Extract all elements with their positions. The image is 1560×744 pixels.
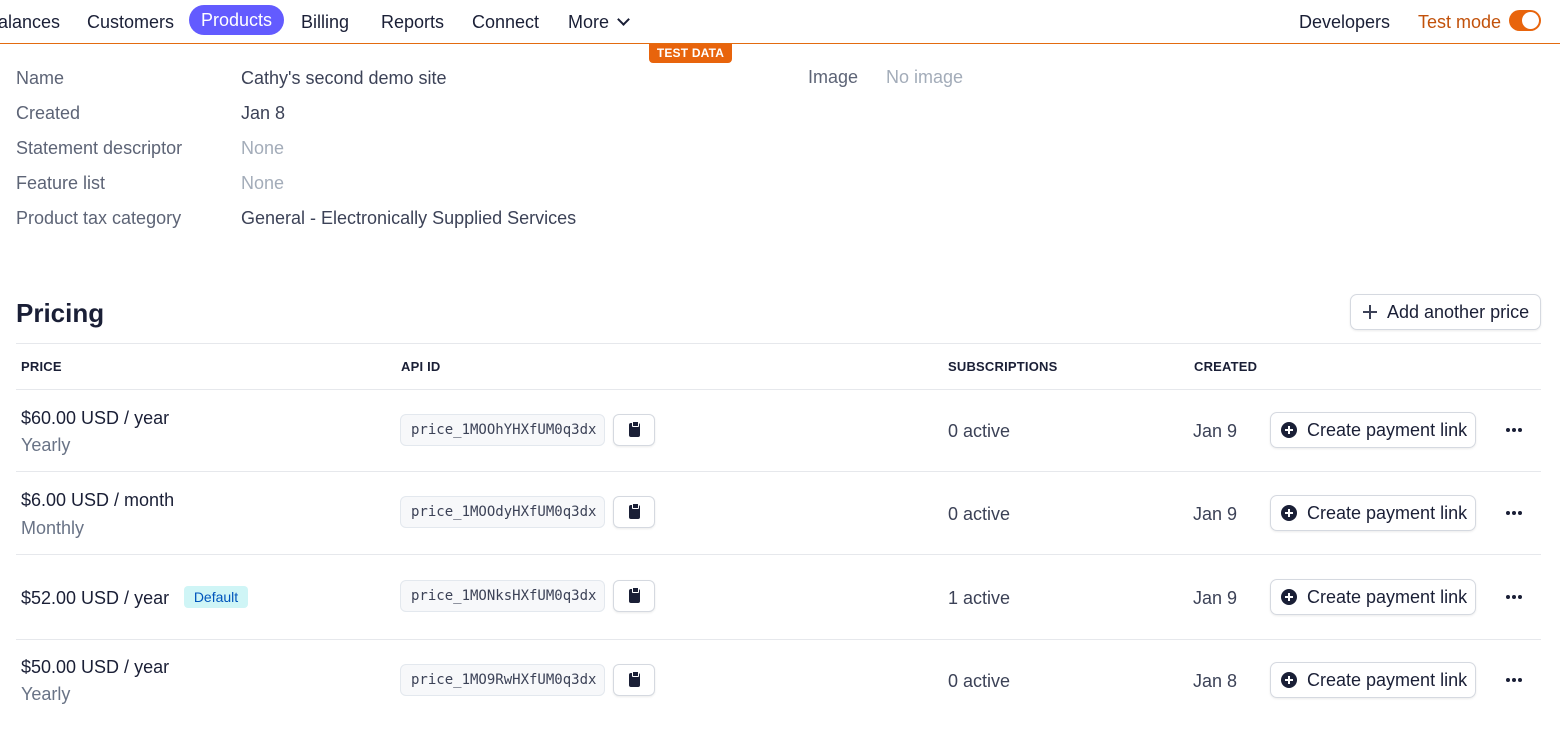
subscriptions-count: 0 active [948, 421, 1011, 441]
name-label: Name [16, 68, 65, 88]
default-badge: Default [184, 586, 248, 608]
create-payment-link-button[interactable]: Create payment link [1270, 579, 1476, 615]
table-row[interactable]: $6.00 USD / month Monthly price_1MOOdyHX… [0, 472, 1560, 554]
created-date: Jan 9 [1193, 504, 1238, 524]
column-header-api-id: API ID [401, 359, 441, 374]
create-payment-link-label: Create payment link [1307, 669, 1468, 690]
toggle-knob [1522, 12, 1539, 29]
top-navigation: alances Customers Products Billing Repor… [0, 0, 1560, 44]
image-value: No image [886, 67, 964, 87]
statement-descriptor-label: Statement descriptor [16, 138, 183, 158]
create-payment-link-button[interactable]: Create payment link [1270, 412, 1476, 448]
column-header-subscriptions: SUBSCRIPTIONS [948, 359, 1058, 374]
clipboard-icon [629, 671, 640, 687]
test-data-badge: TEST DATA [649, 44, 732, 63]
plus-circle-icon [1281, 422, 1297, 438]
name-value: Cathy's second demo site [241, 68, 447, 88]
table-row[interactable]: $60.00 USD / year Yearly price_1MOOhYHXf… [0, 390, 1560, 471]
column-header-price: PRICE [21, 359, 62, 374]
add-price-label: Add another price [1387, 301, 1530, 322]
api-id-field[interactable]: price_1MO9RwHXfUM0q3dx [400, 664, 605, 696]
nav-item-developers[interactable]: Developers [1299, 11, 1390, 33]
price-interval: Monthly [21, 518, 85, 538]
statement-descriptor-value: None [241, 138, 285, 158]
nav-item-customers[interactable]: Customers [87, 11, 174, 33]
feature-list-label: Feature list [16, 173, 106, 193]
more-options-icon[interactable] [1506, 511, 1524, 517]
more-options-icon[interactable] [1506, 678, 1524, 684]
more-options-icon[interactable] [1506, 428, 1524, 434]
create-payment-link-label: Create payment link [1307, 419, 1468, 440]
test-mode-label: Test mode [1418, 12, 1502, 32]
price-amount: $60.00 USD / year [21, 408, 170, 428]
api-id-field[interactable]: price_1MONksHXfUM0q3dx [400, 580, 605, 612]
feature-list-value: None [241, 173, 285, 193]
price-amount: $52.00 USD / year [21, 588, 170, 608]
price-amount: $50.00 USD / year [21, 657, 170, 677]
tax-category-label: Product tax category [16, 208, 182, 228]
divider [16, 343, 1541, 344]
copy-button[interactable] [613, 664, 655, 696]
subscriptions-count: 0 active [948, 671, 1011, 691]
created-date: Jan 8 [1193, 671, 1238, 691]
subscriptions-count: 1 active [948, 588, 1011, 608]
created-date: Jan 9 [1193, 588, 1238, 608]
column-header-created: CREATED [1194, 359, 1258, 374]
copy-button[interactable] [613, 580, 655, 612]
copy-button[interactable] [613, 496, 655, 528]
more-options-icon[interactable] [1506, 595, 1524, 601]
table-row[interactable]: $50.00 USD / year Yearly price_1MO9RwHXf… [0, 640, 1560, 724]
nav-item-connect[interactable]: Connect [472, 11, 539, 33]
plus-circle-icon [1281, 589, 1297, 605]
nav-item-billing[interactable]: Billing [301, 11, 349, 33]
nav-item-reports[interactable]: Reports [381, 11, 444, 33]
table-row[interactable]: $52.00 USD / year Default price_1MONksHX… [0, 555, 1560, 639]
tax-category-value: General - Electronically Supplied Servic… [241, 208, 577, 228]
copy-button[interactable] [613, 414, 655, 446]
created-label: Created [16, 103, 81, 123]
chevron-down-icon [617, 13, 630, 26]
nav-item-more[interactable]: More [568, 11, 630, 33]
create-payment-link-label: Create payment link [1307, 586, 1468, 607]
created-value: Jan 8 [241, 103, 286, 123]
plus-circle-icon [1281, 505, 1297, 521]
clipboard-icon [629, 587, 640, 603]
nav-item-products[interactable]: Products [189, 5, 284, 35]
pricing-title: Pricing [16, 298, 105, 328]
clipboard-icon [629, 503, 640, 519]
add-another-price-button[interactable]: Add another price [1350, 294, 1541, 330]
plus-circle-icon [1281, 672, 1297, 688]
image-label: Image [808, 67, 859, 87]
create-payment-link-label: Create payment link [1307, 502, 1468, 523]
nav-item-balances[interactable]: alances [0, 11, 60, 33]
plus-icon [1363, 305, 1377, 319]
clipboard-icon [629, 421, 640, 437]
price-interval: Yearly [21, 684, 71, 704]
price-amount: $6.00 USD / month [21, 490, 175, 510]
price-interval: Yearly [21, 435, 71, 455]
nav-more-label: More [568, 12, 610, 32]
create-payment-link-button[interactable]: Create payment link [1270, 495, 1476, 531]
api-id-field[interactable]: price_1MOOhYHXfUM0q3dx [400, 414, 605, 446]
created-date: Jan 9 [1193, 421, 1238, 441]
create-payment-link-button[interactable]: Create payment link [1270, 662, 1476, 698]
subscriptions-count: 0 active [948, 504, 1011, 524]
api-id-field[interactable]: price_1MOOdyHXfUM0q3dx [400, 496, 605, 528]
test-mode-toggle[interactable] [1509, 10, 1541, 31]
